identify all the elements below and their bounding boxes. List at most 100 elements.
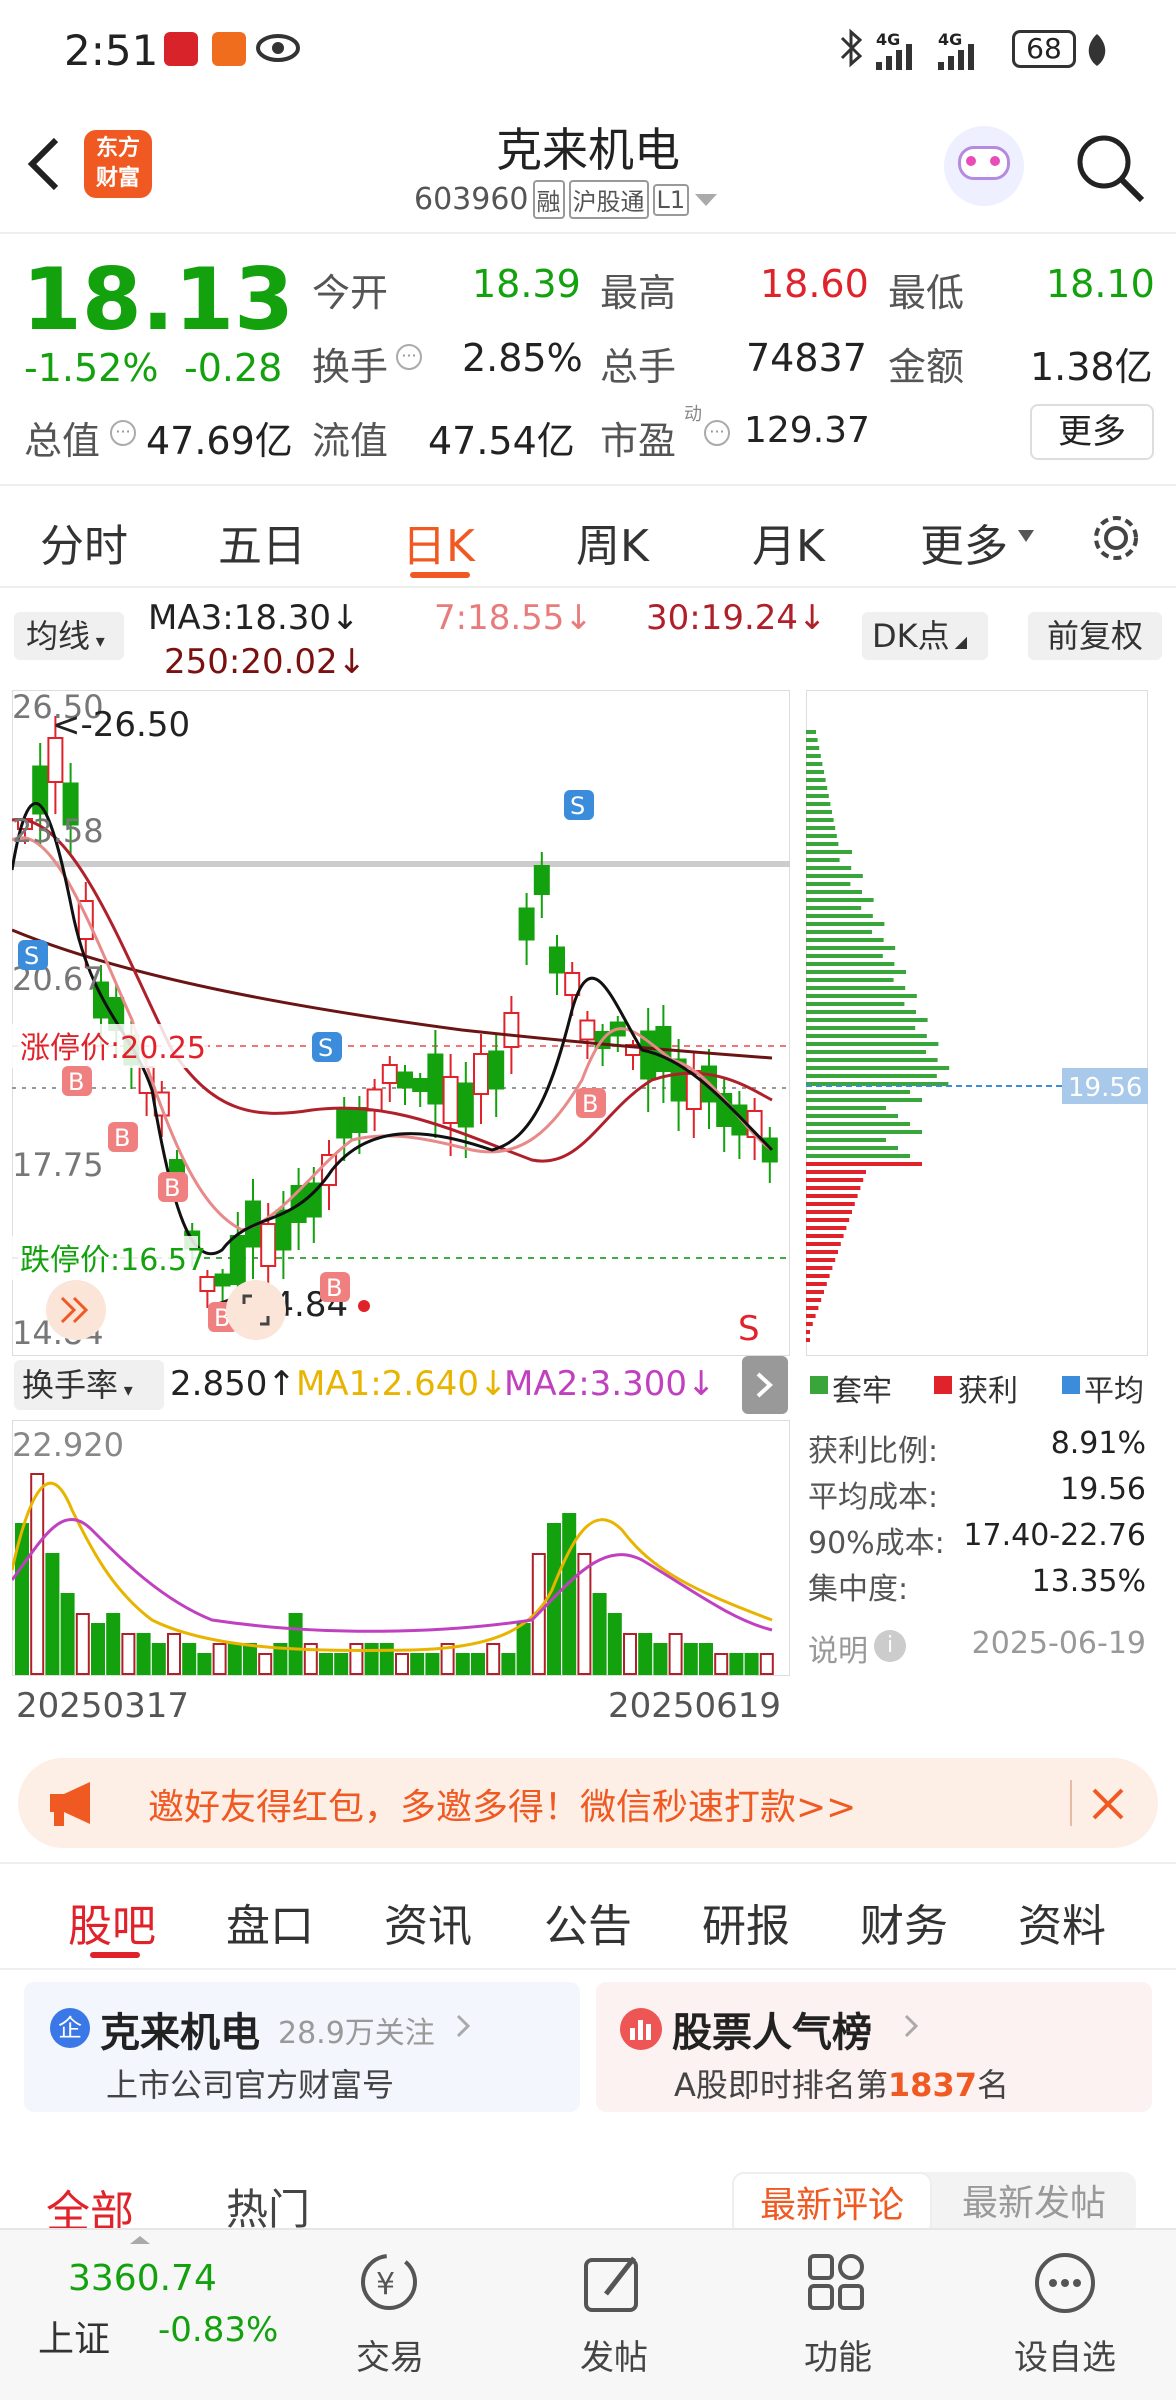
buy-marker-3[interactable]: B: [158, 1172, 188, 1202]
fullscreen-icon[interactable]: [226, 1280, 286, 1340]
tab-daily-k[interactable]: 日K: [402, 510, 475, 574]
adjust-mode-button[interactable]: 前复权: [1028, 612, 1162, 660]
index-change[interactable]: -0.83%: [158, 2310, 278, 2350]
chip-bar: [806, 1234, 844, 1238]
chip-bar: [806, 746, 820, 750]
message-notification-icon: [212, 32, 246, 66]
chip-bar: [806, 1106, 886, 1110]
chip-bar: [806, 882, 851, 886]
stat-avg-cost-label: 平均成本:: [808, 1480, 939, 1515]
buy-marker-6[interactable]: B: [576, 1088, 606, 1118]
chip-bar: [806, 826, 836, 830]
buy-marker-text: B: [582, 1090, 598, 1118]
expand-arrows-icon[interactable]: [46, 1280, 106, 1340]
tab-intraday[interactable]: 分时: [40, 510, 128, 574]
tab-finance[interactable]: 财务: [860, 1890, 948, 1954]
chip-bar: [806, 1330, 810, 1334]
sell-marker-2[interactable]: S: [312, 1032, 342, 1062]
search-icon[interactable]: [1072, 130, 1148, 206]
turnover-chart[interactable]: 22.920: [12, 1420, 790, 1676]
chip-distribution-chart[interactable]: 19.56: [806, 690, 1148, 1356]
chip-bar: [806, 1146, 898, 1150]
tab-announcements[interactable]: 公告: [544, 1890, 632, 1954]
chip-bar: [806, 754, 821, 758]
promo-banner[interactable]: 邀好友得红包，多邀多得！微信秒速打款>>: [18, 1758, 1158, 1848]
sell-marker-text: S: [570, 792, 585, 820]
more-button[interactable]: 更多: [1030, 404, 1154, 460]
info-dots-icon[interactable]: ···: [396, 344, 422, 370]
sell-marker-1[interactable]: S: [18, 940, 48, 970]
stat-avg-cost-value: 19.56: [1060, 1472, 1146, 1507]
amount-label: 金额: [888, 345, 965, 389]
company-account-card[interactable]: 企 克来机电 28.9万关注 上市公司官方财富号: [24, 1982, 580, 2112]
buy-marker-2[interactable]: B: [108, 1122, 138, 1152]
info-dots-icon[interactable]: ···: [704, 420, 730, 446]
tab-more[interactable]: 更多: [920, 510, 1008, 574]
indicator-ma1: MA1:2.640↓: [296, 1364, 508, 1404]
turnover-bar: [668, 1633, 683, 1675]
tab-orderbook[interactable]: 盘口: [226, 1890, 314, 1954]
gear-icon[interactable]: [1088, 510, 1144, 566]
sort-latest-post[interactable]: 最新发帖: [932, 2172, 1136, 2236]
market-cap-value: 47.69亿: [146, 419, 293, 463]
chip-bar: [806, 1034, 927, 1038]
chip-bar: [806, 1050, 926, 1054]
chip-bar: [806, 1266, 833, 1270]
y-label-4: 17.75: [12, 1146, 104, 1184]
index-value[interactable]: 3360.74: [68, 2258, 217, 2299]
sort-toggle: 最新评论 最新发帖: [732, 2172, 1136, 2236]
index-name[interactable]: 上证: [38, 2310, 110, 2362]
chip-bar: [806, 1042, 939, 1046]
dk-point-button[interactable]: DK点 ◢: [862, 612, 988, 660]
margin-tag: 融: [532, 180, 565, 219]
turnover-bar: [395, 1653, 409, 1675]
sell-marker-3[interactable]: S: [564, 790, 594, 820]
buy-marker-4[interactable]: B: [320, 1272, 350, 1302]
nav-post[interactable]: 发帖: [544, 2240, 684, 2390]
indicator-select[interactable]: 换手率 ▾: [14, 1360, 164, 1410]
turnover-bar: [151, 1643, 166, 1675]
tab-forum[interactable]: 股吧: [68, 1890, 156, 1954]
info-dots-icon[interactable]: ···: [110, 420, 136, 446]
tab-profile[interactable]: 资料: [1018, 1890, 1106, 1954]
pe-label: 市盈: [600, 419, 677, 463]
ma-select-button[interactable]: 均线 ▾: [14, 612, 124, 660]
dropdown-icon[interactable]: [693, 190, 719, 210]
dk-label: DK点: [872, 617, 950, 655]
app-notification-icon: [164, 32, 198, 66]
tab-weekly-k[interactable]: 周K: [576, 510, 649, 574]
chip-bar: [806, 786, 828, 790]
start-date: 20250317: [16, 1686, 190, 1726]
chip-frame: [806, 690, 1148, 1356]
quote-panel: 18.13 -1.52% -0.28 今开 18.39 最高 18.60 最低 …: [0, 234, 1176, 484]
tab-news[interactable]: 资讯: [384, 1890, 472, 1954]
expand-panel-button[interactable]: [742, 1356, 788, 1414]
battery-icon: 68: [1012, 30, 1076, 68]
tab-monthly-k[interactable]: 月K: [752, 510, 825, 574]
robot-assistant-icon[interactable]: [944, 126, 1024, 206]
tab-five-day[interactable]: 五日: [218, 510, 306, 574]
chip-bar: [806, 858, 840, 862]
popularity-rank-card[interactable]: 股票人气榜 A股即时排名第1837名: [596, 1982, 1152, 2112]
legend-swatch-trapped: [810, 1376, 828, 1394]
chip-bar: [806, 1018, 928, 1022]
turnover-bar: [75, 1613, 90, 1675]
chip-bar: [806, 1202, 855, 1206]
caret-down-icon: [1018, 530, 1034, 542]
sort-latest-comment[interactable]: 最新评论: [732, 2172, 932, 2236]
turnover-bar: [471, 1653, 485, 1675]
nav-function[interactable]: 功能: [768, 2240, 908, 2390]
tab-research[interactable]: 研报: [702, 1890, 790, 1954]
info-icon[interactable]: i: [874, 1630, 906, 1662]
buy-marker-1[interactable]: B: [62, 1066, 92, 1096]
close-icon[interactable]: [1088, 1784, 1128, 1824]
divider: [0, 1968, 1176, 1970]
chip-note-label[interactable]: 说明: [808, 1626, 868, 1670]
nav-watchlist[interactable]: 设自选: [990, 2240, 1140, 2390]
chip-bar: [806, 834, 837, 838]
nav-trade[interactable]: ¥ 交易: [320, 2240, 460, 2390]
kline-chart[interactable]: 26.50 23.58 20.67 17.75 14.84 <-26.50 <-…: [12, 690, 790, 1356]
turnover-bar: [197, 1653, 212, 1675]
chip-bar: [806, 1002, 905, 1006]
max-price-note: <-26.50: [52, 705, 190, 745]
